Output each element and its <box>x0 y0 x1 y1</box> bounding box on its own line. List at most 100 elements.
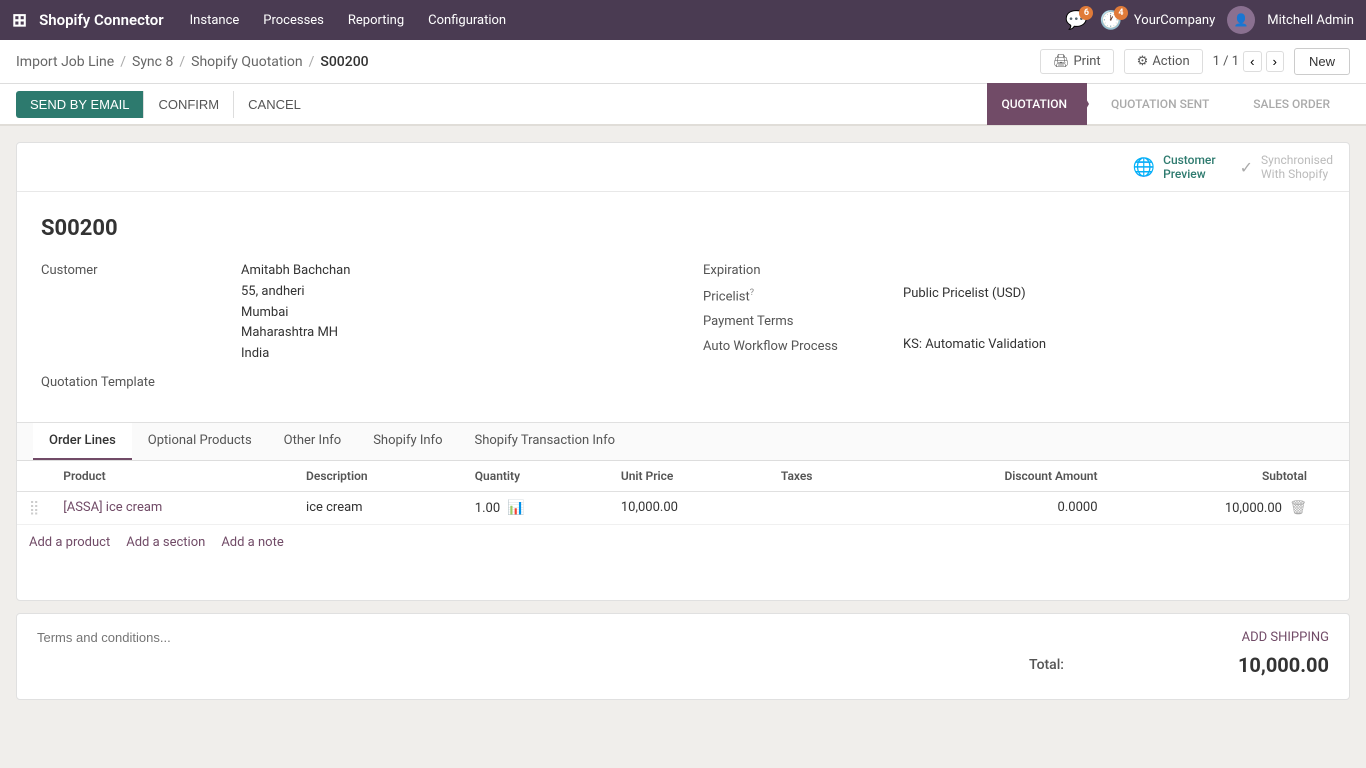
chart-icon[interactable]: 📊 <box>507 500 524 516</box>
confirm-button[interactable]: CONFIRM <box>143 91 233 118</box>
step-sales-order[interactable]: SALES ORDER <box>1229 83 1350 125</box>
add-product-link[interactable]: Add a product <box>29 535 110 550</box>
breadcrumb-bar: Import Job Line / Sync 8 / Shopify Quota… <box>0 40 1366 84</box>
customer-value[interactable]: Amitabh Bachchan 55, andheri Mumbai Maha… <box>241 261 663 365</box>
breadcrumb-current: S00200 <box>320 54 368 70</box>
menu-reporting[interactable]: Reporting <box>338 9 414 32</box>
add-section-link[interactable]: Add a section <box>126 535 205 550</box>
cell-product[interactable]: [ASSA] ice cream <box>51 491 294 524</box>
terms-section <box>37 630 1029 646</box>
cell-discount[interactable]: 0.0000 <box>879 491 1110 524</box>
pricelist-value[interactable]: Public Pricelist (USD) <box>903 286 1325 301</box>
sep-2: / <box>179 54 185 70</box>
page-numbers: 1 / 1 <box>1213 54 1239 69</box>
customer-preview-item[interactable]: 🌐 CustomerPreview <box>1133 153 1216 181</box>
col-description: Description <box>294 461 463 492</box>
tab-order-lines[interactable]: Order Lines <box>33 423 132 460</box>
customer-label: Customer <box>41 261 241 278</box>
form-grid: Customer Amitabh Bachchan 55, andheri Mu… <box>41 261 1325 398</box>
user-name: Mitchell Admin <box>1267 13 1354 28</box>
step-quotation-label: QUOTATION <box>1001 97 1067 111</box>
add-note-link[interactable]: Add a note <box>221 535 283 550</box>
menu-processes[interactable]: Processes <box>253 9 334 32</box>
app-title: ⊞ Shopify Connector <box>12 10 164 31</box>
expiration-field: Expiration <box>703 261 1325 278</box>
send-email-button[interactable]: SEND BY EMAIL <box>16 91 143 118</box>
form-left: Customer Amitabh Bachchan 55, andheri Mu… <box>41 261 663 398</box>
terms-input[interactable] <box>37 630 632 645</box>
document-number: S00200 <box>41 216 1325 241</box>
action-label: Action <box>1152 54 1189 69</box>
cell-unit-price[interactable]: 10,000.00 <box>609 491 769 524</box>
globe-icon: 🌐 <box>1133 157 1155 178</box>
gear-icon: ⚙ <box>1137 54 1149 69</box>
grid-icon[interactable]: ⊞ <box>12 10 27 31</box>
cell-subtotal: 10,000.00 🗑 <box>1110 491 1319 524</box>
pricelist-label: Pricelist? <box>703 286 903 304</box>
tabs: Order Lines Optional Products Other Info… <box>17 423 1349 461</box>
tab-other-info[interactable]: Other Info <box>268 423 358 460</box>
sep-1: / <box>120 54 126 70</box>
tabs-container: Order Lines Optional Products Other Info… <box>17 422 1349 600</box>
cell-quantity: 1.00 📊 <box>463 491 609 524</box>
action-button[interactable]: ⚙ Action <box>1124 49 1203 74</box>
top-navigation: ⊞ Shopify Connector Instance Processes R… <box>0 0 1366 40</box>
auto-workflow-label: Auto Workflow Process <box>703 337 903 354</box>
step-quotation-sent-label: QUOTATION SENT <box>1111 97 1209 111</box>
payment-terms-label: Payment Terms <box>703 312 903 329</box>
clock-button[interactable]: 🕐 4 <box>1099 10 1121 31</box>
tab-shopify-transaction-info[interactable]: Shopify Transaction Info <box>459 423 632 460</box>
clock-badge: 4 <box>1114 6 1128 20</box>
pricelist-field: Pricelist? Public Pricelist (USD) <box>703 286 1325 304</box>
breadcrumb-sync[interactable]: Sync 8 <box>132 54 173 70</box>
step-quotation[interactable]: QUOTATION <box>987 83 1087 125</box>
company-name: YourCompany <box>1134 13 1215 28</box>
chat-badge: 6 <box>1079 6 1093 20</box>
cell-taxes[interactable] <box>769 491 879 524</box>
prev-page-button[interactable]: ‹ <box>1243 51 1261 72</box>
preview-bar: 🌐 CustomerPreview ✓ SynchronisedWith Sho… <box>17 143 1349 192</box>
cancel-action-button[interactable]: CANCEL <box>233 91 315 118</box>
sync-label: SynchronisedWith Shopify <box>1261 153 1333 181</box>
order-table: Product Description Quantity Unit Price … <box>17 461 1349 525</box>
avatar[interactable]: 👤 <box>1227 6 1255 34</box>
form-right: Expiration Pricelist? Public Pricelist (… <box>703 261 1325 398</box>
new-button[interactable]: New <box>1294 48 1350 75</box>
col-quantity: Quantity <box>463 461 609 492</box>
breadcrumb-import-job-line[interactable]: Import Job Line <box>16 54 114 70</box>
app-name: Shopify Connector <box>39 11 164 29</box>
form-body: S00200 Customer Amitabh Bachchan 55, and… <box>17 192 1349 422</box>
total-value: 10,000.00 <box>1238 653 1329 677</box>
breadcrumb-shopify-quotation[interactable]: Shopify Quotation <box>191 54 302 70</box>
tab-optional-products[interactable]: Optional Products <box>132 423 268 460</box>
delete-row-icon[interactable]: 🗑 <box>1289 500 1307 516</box>
tab-shopify-info[interactable]: Shopify Info <box>357 423 458 460</box>
print-label: Print <box>1073 54 1100 69</box>
sep-3: / <box>309 54 315 70</box>
quotation-template-field: Quotation Template <box>41 373 663 390</box>
menu-configuration[interactable]: Configuration <box>418 9 516 32</box>
quotation-template-label: Quotation Template <box>41 373 241 390</box>
print-button[interactable]: 🖨 Print <box>1040 49 1114 74</box>
sync-item: ✓ SynchronisedWith Shopify <box>1240 153 1333 181</box>
menu-instance[interactable]: Instance <box>180 9 250 32</box>
next-page-button[interactable]: › <box>1266 51 1284 72</box>
main-content: 🌐 CustomerPreview ✓ SynchronisedWith Sho… <box>0 126 1366 764</box>
totals-table: Total: 10,000.00 <box>1029 653 1329 677</box>
chat-button[interactable]: 💬 6 <box>1065 10 1087 31</box>
footer-card: ADD SHIPPING Total: 10,000.00 <box>16 613 1350 700</box>
total-label: Total: <box>1029 657 1064 673</box>
step-sales-order-label: SALES ORDER <box>1253 97 1330 111</box>
page-nav: 1 / 1 ‹ › <box>1213 51 1284 72</box>
auto-workflow-value[interactable]: KS: Automatic Validation <box>903 337 1325 352</box>
add-shipping-link[interactable]: ADD SHIPPING <box>1029 630 1329 645</box>
step-quotation-sent[interactable]: QUOTATION SENT <box>1087 83 1229 125</box>
customer-preview-label: CustomerPreview <box>1163 153 1215 181</box>
col-discount: Discount Amount <box>879 461 1110 492</box>
drag-handle[interactable]: ⣿ <box>29 500 39 516</box>
payment-terms-field: Payment Terms <box>703 312 1325 329</box>
check-icon: ✓ <box>1240 158 1253 177</box>
col-taxes: Taxes <box>769 461 879 492</box>
col-subtotal: Subtotal <box>1110 461 1319 492</box>
cell-description[interactable]: ice cream <box>294 491 463 524</box>
